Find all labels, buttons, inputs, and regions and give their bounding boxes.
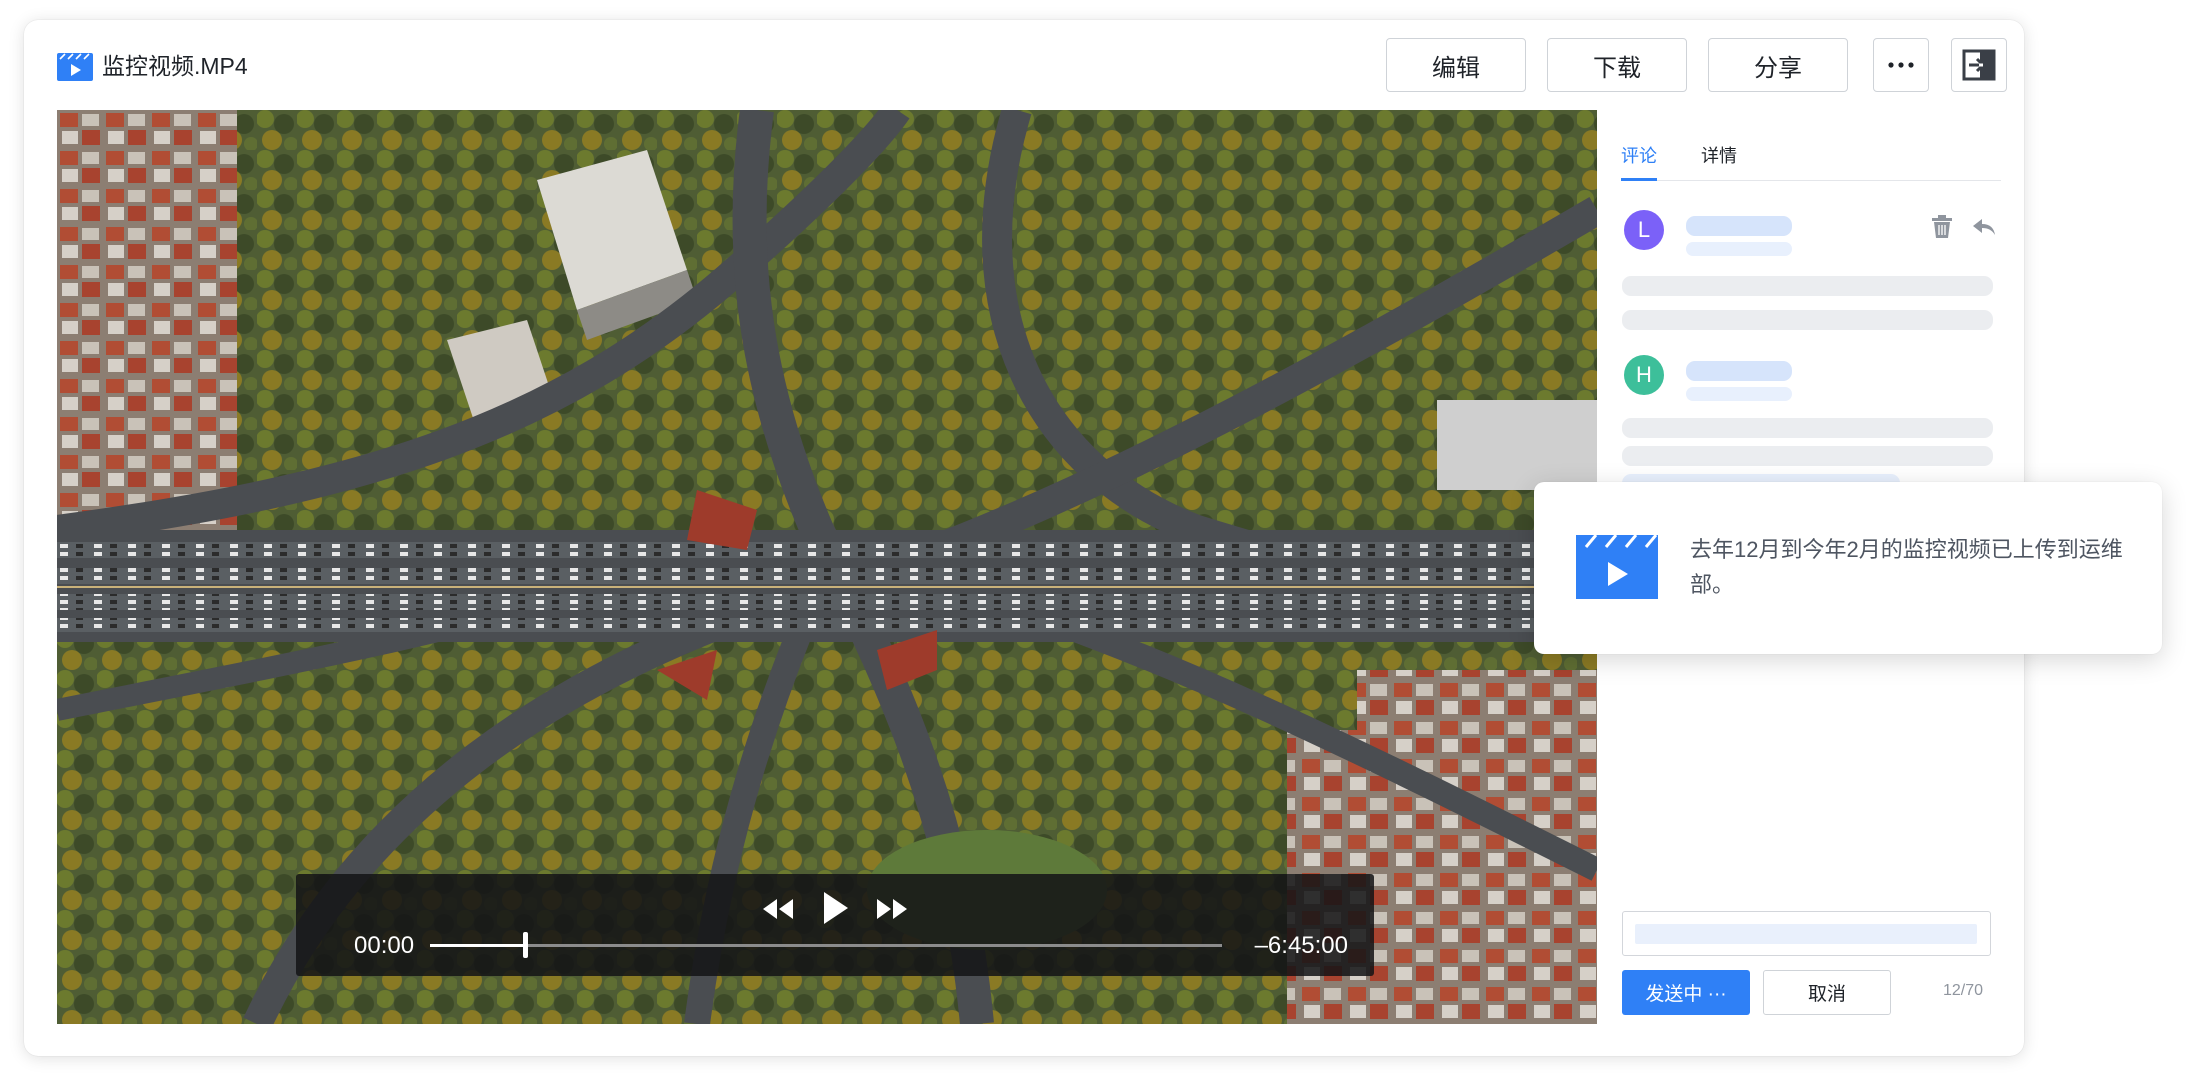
comment-text-skeleton — [1622, 310, 1993, 330]
active-tab-indicator — [1621, 178, 1657, 181]
delete-icon[interactable] — [1931, 215, 1953, 239]
more-dots-icon — [1888, 62, 1914, 68]
edit-button[interactable]: 编辑 — [1386, 38, 1526, 92]
comment-author-skeleton — [1686, 216, 1792, 236]
avatar: H — [1624, 355, 1664, 395]
share-button[interactable]: 分享 — [1708, 38, 1848, 92]
video-file-icon — [57, 53, 93, 81]
tab-divider — [1621, 180, 2001, 181]
exit-panel-button[interactable] — [1951, 38, 2007, 92]
rewind-icon[interactable] — [762, 898, 794, 920]
fast-forward-icon[interactable] — [876, 898, 908, 920]
comment-time-skeleton — [1686, 387, 1792, 401]
cancel-button[interactable]: 取消 — [1763, 970, 1891, 1015]
upload-toast: 去年12月到今年2月的监控视频已上传到运维部。 — [1534, 482, 2162, 654]
video-clapper-icon — [1576, 535, 1658, 599]
current-time: 00:00 — [354, 932, 415, 959]
play-icon[interactable] — [822, 890, 850, 926]
progress-handle[interactable] — [523, 932, 529, 958]
avatar: L — [1624, 210, 1664, 250]
comment-time-skeleton — [1686, 242, 1792, 256]
progress-fill — [430, 944, 526, 947]
comment-text-skeleton — [1622, 418, 1993, 438]
exit-panel-icon — [1962, 49, 1996, 81]
send-button[interactable]: 发送中 ··· — [1622, 970, 1750, 1015]
video-controls-bar: 00:00 –6:45:00 — [296, 874, 1374, 976]
toast-message: 去年12月到今年2月的监控视频已上传到运维部。 — [1690, 537, 2123, 597]
progress-bar[interactable] — [430, 932, 1222, 958]
char-counter: 12/70 — [1943, 982, 1984, 999]
file-title: 监控视频.MP4 — [102, 53, 248, 79]
remaining-time: –6:45:00 — [1254, 932, 1348, 959]
reply-icon[interactable] — [1972, 218, 1996, 236]
video-player[interactable]: 00:00 –6:45:00 — [57, 110, 1597, 1024]
tab-comments[interactable]: 评论 — [1621, 144, 1657, 168]
comment-text-skeleton — [1622, 446, 1993, 466]
comment-input[interactable] — [1622, 911, 1991, 956]
download-button[interactable]: 下载 — [1547, 38, 1687, 92]
tab-details[interactable]: 详情 — [1701, 144, 1737, 168]
comment-input-text-skeleton — [1635, 924, 1977, 944]
comment-author-skeleton — [1686, 361, 1792, 381]
more-button[interactable] — [1873, 38, 1929, 92]
comment-text-skeleton — [1622, 276, 1993, 296]
